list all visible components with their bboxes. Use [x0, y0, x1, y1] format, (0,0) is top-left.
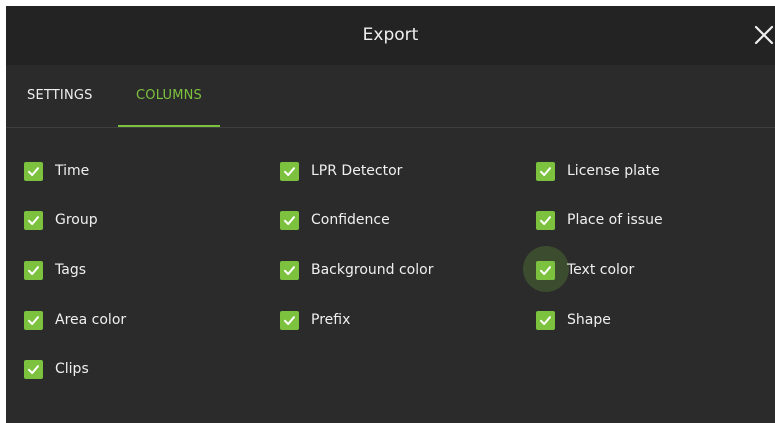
checkbox-checked-icon — [536, 210, 555, 230]
checkbox-checked-icon — [24, 210, 43, 230]
checkbox-prefix[interactable]: Prefix — [280, 309, 350, 331]
checkbox-confidence[interactable]: Confidence — [280, 209, 390, 231]
checkbox-text-color[interactable]: Text color — [536, 259, 634, 281]
checkbox-clips[interactable]: Clips — [24, 358, 89, 380]
checkbox-checked-icon — [536, 260, 555, 280]
checkbox-label: Area color — [55, 312, 127, 328]
active-tab-indicator — [118, 125, 220, 127]
checkbox-group[interactable]: Group — [24, 209, 98, 231]
tab-bar: SETTINGS COLUMNS — [6, 65, 775, 128]
checkbox-checked-icon — [280, 310, 299, 330]
close-icon[interactable] — [753, 24, 775, 46]
export-dialog: Export SETTINGS COLUMNS Time Group Tags … — [6, 6, 775, 423]
dialog-titlebar: Export — [6, 6, 775, 65]
checkbox-tags[interactable]: Tags — [24, 259, 86, 281]
checkbox-label: Tags — [55, 262, 86, 278]
checkbox-label: Prefix — [311, 312, 351, 328]
checkbox-label: License plate — [567, 163, 660, 179]
checkbox-label: Shape — [567, 312, 611, 328]
checkbox-place-of-issue[interactable]: Place of issue — [536, 209, 663, 231]
checkbox-background-color[interactable]: Background color — [280, 259, 433, 281]
dialog-title: Export — [362, 25, 419, 45]
checkbox-checked-icon — [536, 161, 555, 181]
checkbox-checked-icon — [24, 161, 43, 181]
checkbox-label: Place of issue — [567, 212, 663, 228]
checkbox-label: Clips — [55, 361, 89, 377]
checkbox-checked-icon — [280, 210, 299, 230]
checkbox-label: Time — [55, 163, 90, 179]
checkbox-license-plate[interactable]: License plate — [536, 160, 660, 182]
checkbox-lpr-detector[interactable]: LPR Detector — [280, 160, 402, 182]
checkbox-label: Confidence — [311, 212, 390, 228]
checkbox-label: LPR Detector — [311, 163, 403, 179]
checkbox-area-color[interactable]: Area color — [24, 309, 126, 331]
checkbox-checked-icon — [280, 161, 299, 181]
checkbox-checked-icon — [280, 260, 299, 280]
checkbox-checked-icon — [24, 310, 43, 330]
checkbox-time[interactable]: Time — [24, 160, 89, 182]
tab-settings[interactable]: SETTINGS — [27, 65, 93, 127]
checkbox-checked-icon — [24, 359, 43, 379]
tab-columns[interactable]: COLUMNS — [118, 65, 220, 127]
checkbox-checked-icon — [536, 310, 555, 330]
checkbox-label: Background color — [311, 262, 434, 278]
checkbox-checked-icon — [24, 260, 43, 280]
checkbox-label: Group — [55, 212, 98, 228]
checkbox-label: Text color — [567, 262, 635, 278]
checkbox-shape[interactable]: Shape — [536, 309, 611, 331]
